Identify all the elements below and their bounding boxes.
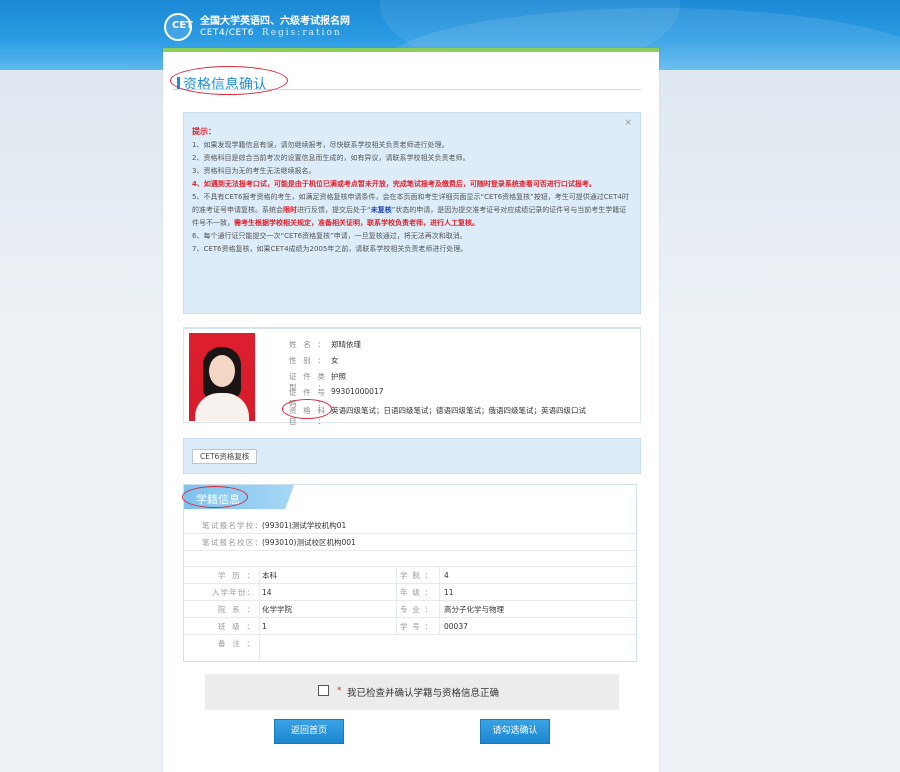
- site-subtitle: CET4/CET6 Regis:ration: [200, 28, 342, 38]
- site-logo[interactable]: CET 全国大学英语四、六级考试报名网 CET4/CET6 Regis:ratio…: [164, 12, 350, 42]
- confirm-bar: * 我已检查并确认学籍与资格信息正确: [205, 674, 619, 710]
- tip-7: 7、CET6资格复核，如果CET4成绩为2005年之前，请联系学校相关负责老师进…: [192, 245, 468, 253]
- tip-1: 1、如果发现学籍信息有误，请勿继续报考，尽快联系学校相关负责老师进行处理。: [192, 141, 449, 149]
- gender-row: 性别：女: [289, 356, 339, 365]
- cet6-review-block: CET6资格复核: [183, 438, 641, 474]
- spacer-row: [184, 551, 636, 567]
- student-photo: [189, 333, 255, 421]
- confirm-label[interactable]: 我已检查并确认学籍与资格信息正确: [347, 685, 499, 699]
- annotation-circle-title: [170, 66, 288, 95]
- confirm-checkbox[interactable]: [318, 685, 329, 696]
- edu-row: 学历： 本科 学制： 4: [184, 567, 636, 584]
- cet6-review-button[interactable]: CET6资格复核: [192, 449, 258, 464]
- tip-2: 2、资格科目是综合当前考次的设置信息而生成的，如有异议，请联系学校相关负责老师。: [192, 154, 470, 162]
- logo-emblem-icon: CET: [164, 13, 193, 41]
- class-row: 班级： 1 学号： 00037: [184, 618, 636, 635]
- school-row: 笔试报名学校： (99301)测试学校机构01: [184, 517, 636, 534]
- site-title: 全国大学英语四、六级考试报名网: [200, 16, 350, 27]
- tip-3: 3、资格科目为无的考生无法继续报名。: [192, 167, 316, 175]
- subjects-row: 资格科目： 英语四级笔试；日语四级笔试；德语四级笔试；俄语四级笔试；英语四级口试: [289, 406, 586, 426]
- tip-5: 5、不具有CET6报考资格的考生，如满足资格复核申请条件，会在本页面和考生详细页…: [192, 193, 629, 227]
- annotation-circle-school: [182, 486, 248, 508]
- back-home-button[interactable]: 返回首页: [274, 719, 344, 744]
- tip-6: 6、每个通行证只能提交一次“CET6资格复核”申请，一旦复核通过，将无法再次和取…: [192, 232, 467, 240]
- student-card: 姓名： 郑晴依瑾 性别：女 证件类型： 护照 证件号码： 99301000017 资格…: [183, 327, 641, 426]
- required-marker: *: [337, 686, 342, 696]
- tips-box: × 提示： 1、如果发现学籍信息有误，请勿继续报考，尽快联系学校相关负责老师进行…: [183, 112, 641, 314]
- school-info-section: 学籍信息 笔试报名学校： (99301)测试学校机构01 笔试报名校区： (99…: [183, 484, 637, 662]
- tips-heading: 提示：: [192, 127, 216, 136]
- close-icon[interactable]: ×: [624, 117, 632, 130]
- campus-row: 笔试报名校区： (993010)测试校区机构001: [184, 534, 636, 551]
- name-row: 姓名： 郑晴依瑾: [289, 340, 361, 349]
- annotation-circle-subjects: [282, 399, 332, 419]
- enroll-row: 入学年份： 14 年级： 11: [184, 584, 636, 601]
- id-number-row: 证件号码： 99301000017: [289, 387, 384, 408]
- tip-4: 4、如遇到无法报考口试，可能是由于机位已满或考点暂未开放，完成笔试报考及缴费后，…: [192, 180, 596, 188]
- confirm-submit-button[interactable]: 请勾选确认: [480, 719, 550, 744]
- dept-row: 院系： 化学学院 专业： 高分子化学与物理: [184, 601, 636, 618]
- id-type-row: 证件类型： 护照: [289, 372, 346, 392]
- remark-row: 备注：: [218, 639, 254, 648]
